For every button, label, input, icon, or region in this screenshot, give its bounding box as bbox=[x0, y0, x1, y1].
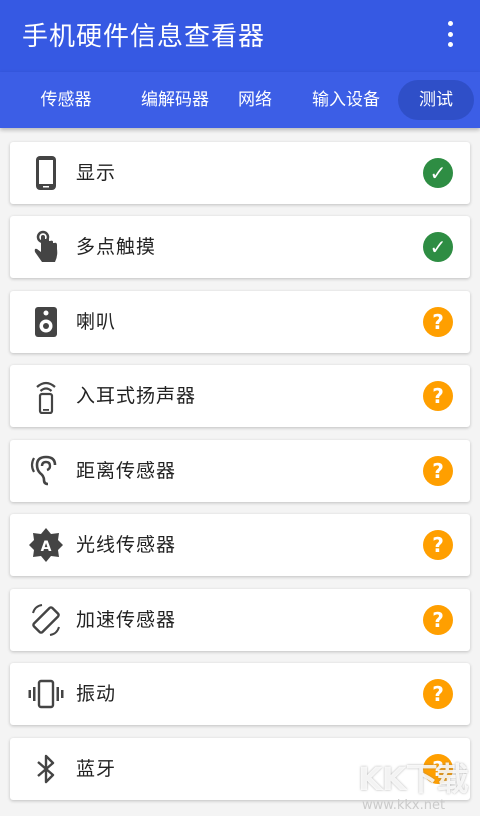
tab-codecs[interactable]: 编解码器 bbox=[120, 72, 230, 128]
test-label: 入耳式扬声器 bbox=[76, 385, 197, 407]
tab-sensors[interactable]: 传感器 bbox=[22, 72, 110, 128]
test-label: 蓝牙 bbox=[76, 758, 117, 780]
test-item-vibration[interactable]: 振动 ? bbox=[10, 663, 470, 725]
test-label: 距离传感器 bbox=[76, 460, 177, 482]
check-circle-icon: ✓ bbox=[423, 232, 453, 262]
test-item-accelerometer[interactable]: 加速传感器 ? bbox=[10, 589, 470, 651]
test-item-earpiece[interactable]: 入耳式扬声器 ? bbox=[10, 365, 470, 427]
test-item-proximity[interactable]: 距离传感器 ? bbox=[10, 440, 470, 502]
app-title: 手机硬件信息查看器 bbox=[22, 22, 266, 52]
tab-input-devices[interactable]: 输入设备 bbox=[300, 72, 392, 128]
test-label: 显示 bbox=[76, 162, 117, 184]
test-label: 多点触摸 bbox=[76, 236, 157, 258]
phone-icon bbox=[28, 155, 64, 191]
help-circle-icon: ? bbox=[423, 679, 453, 709]
test-item-display[interactable]: 显示 ✓ bbox=[10, 142, 470, 204]
help-circle-icon: ? bbox=[423, 307, 453, 337]
vibration-icon bbox=[28, 676, 64, 712]
test-label: 加速传感器 bbox=[76, 609, 177, 631]
tab-test[interactable]: 测试 bbox=[398, 80, 474, 120]
test-label: 喇叭 bbox=[76, 311, 117, 333]
bluetooth-icon bbox=[28, 751, 64, 787]
brightness-auto-icon: A bbox=[28, 527, 64, 563]
help-circle-icon: ? bbox=[423, 754, 453, 784]
help-circle-icon: ? bbox=[423, 381, 453, 411]
check-circle-icon: ✓ bbox=[423, 158, 453, 188]
test-item-light[interactable]: A 光线传感器 ? bbox=[10, 514, 470, 576]
test-item-speaker[interactable]: 喇叭 ? bbox=[10, 291, 470, 353]
more-vert-icon[interactable] bbox=[436, 18, 464, 50]
help-circle-icon: ? bbox=[423, 456, 453, 486]
watermark-site: www.kkx.net bbox=[362, 798, 446, 813]
tab-bar: 传感器 编解码器 网络 输入设备 测试 bbox=[0, 72, 480, 128]
help-circle-icon: ? bbox=[423, 605, 453, 635]
test-label: 振动 bbox=[76, 683, 117, 705]
test-item-multitouch[interactable]: 多点触摸 ✓ bbox=[10, 216, 470, 278]
test-item-bluetooth[interactable]: 蓝牙 ? bbox=[10, 738, 470, 800]
earpiece-icon bbox=[28, 378, 64, 414]
speaker-icon bbox=[28, 304, 64, 340]
svg-text:A: A bbox=[41, 539, 52, 555]
test-label: 光线传感器 bbox=[76, 534, 177, 556]
tab-network[interactable]: 网络 bbox=[232, 72, 278, 128]
ear-icon bbox=[28, 453, 64, 489]
help-circle-icon: ? bbox=[423, 530, 453, 560]
touch-icon bbox=[28, 229, 64, 265]
app-bar: 手机硬件信息查看器 bbox=[0, 0, 480, 72]
screen-rotation-icon bbox=[28, 602, 64, 638]
